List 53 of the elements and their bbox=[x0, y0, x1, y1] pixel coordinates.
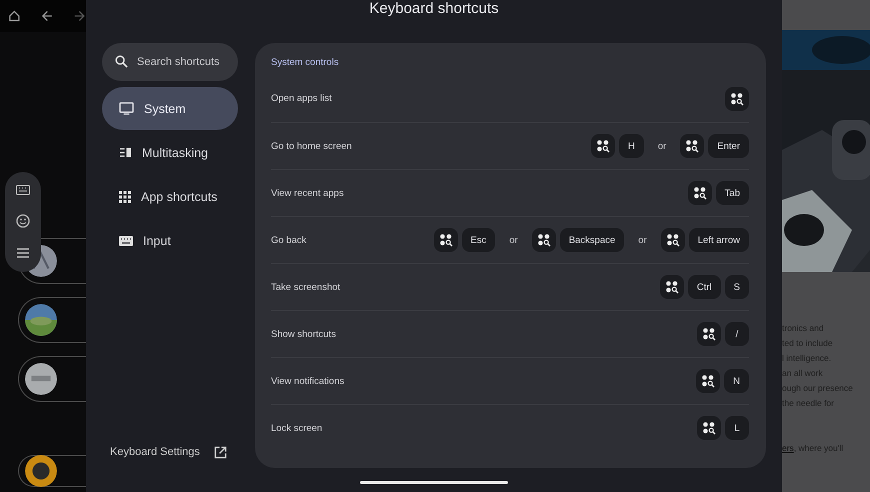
keyboard-settings-link[interactable]: Keyboard Settings bbox=[102, 442, 238, 462]
forward-icon[interactable] bbox=[73, 9, 86, 23]
category-item[interactable]: System bbox=[102, 87, 238, 130]
category-item[interactable]: Multitasking bbox=[102, 131, 238, 174]
key-cap: H bbox=[618, 134, 644, 158]
key-cap: L bbox=[725, 416, 749, 440]
key-cap: Backspace bbox=[560, 228, 624, 252]
launcher-key-icon bbox=[702, 327, 716, 341]
key-cap: / bbox=[725, 322, 749, 346]
launcher-key-icon bbox=[666, 233, 680, 247]
search-field[interactable]: Search shortcuts bbox=[102, 43, 238, 81]
shortcut-label: Go back bbox=[271, 234, 306, 246]
launcher-key-icon bbox=[692, 186, 707, 200]
launcher-key-icon bbox=[596, 139, 610, 153]
section-title: System controls bbox=[271, 57, 340, 70]
menu-icon[interactable] bbox=[16, 246, 30, 259]
launcher-key-icon bbox=[438, 233, 453, 247]
home-icon[interactable] bbox=[8, 9, 21, 23]
sheet-title: Keyboard shortcuts bbox=[368, 0, 500, 19]
external-link-icon bbox=[214, 446, 227, 458]
key-cap: Ctrl bbox=[688, 275, 721, 299]
or-separator: or bbox=[508, 234, 519, 246]
shortcut-label: View notifications bbox=[271, 376, 344, 386]
launcher-key-icon bbox=[730, 92, 744, 106]
launcher-key-icon bbox=[701, 374, 716, 388]
category-item[interactable]: Input bbox=[102, 219, 238, 262]
key-cap: Enter bbox=[708, 134, 749, 158]
launcher-key-icon bbox=[536, 233, 551, 247]
grid-icon bbox=[119, 190, 131, 202]
keyboard-icon bbox=[119, 236, 133, 246]
key-cap: N bbox=[724, 369, 749, 393]
key-cap: Left arrow bbox=[688, 228, 749, 252]
back-icon[interactable] bbox=[40, 9, 54, 23]
launcher-key-icon bbox=[685, 139, 700, 153]
launcher-key-icon bbox=[702, 421, 716, 435]
or-separator: or bbox=[637, 234, 648, 246]
shortcut-label: View recent apps bbox=[271, 188, 344, 198]
category-item[interactable]: App shortcuts bbox=[102, 175, 238, 218]
shortcut-label: Lock screen bbox=[271, 422, 322, 434]
shortcut-label: Take screenshot bbox=[271, 282, 340, 292]
key-cap: Tab bbox=[716, 181, 749, 205]
shortcut-label: Open apps list bbox=[271, 93, 332, 104]
key-cap: S bbox=[724, 275, 749, 299]
key-cap: Esc bbox=[462, 228, 496, 252]
monitor-icon bbox=[119, 102, 134, 115]
split-screen-icon bbox=[119, 147, 132, 158]
shortcut-label: Show shortcuts bbox=[271, 328, 336, 340]
keyboard-icon[interactable] bbox=[16, 185, 30, 196]
shortcut-label: Go to home screen bbox=[271, 140, 352, 152]
or-separator: or bbox=[656, 140, 668, 152]
emoji-icon[interactable] bbox=[16, 214, 30, 228]
search-icon bbox=[115, 55, 128, 68]
launcher-key-icon bbox=[664, 280, 679, 294]
